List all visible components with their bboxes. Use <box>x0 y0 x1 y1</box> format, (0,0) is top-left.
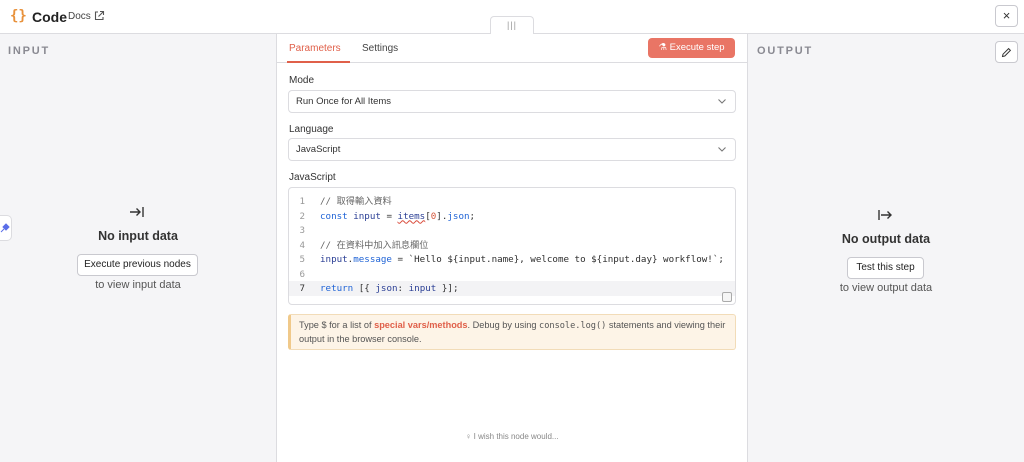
code-line[interactable]: 5 input.message = `Hello ${input.name}, w… <box>289 252 735 267</box>
tab-parameters[interactable]: Parameters <box>289 43 341 54</box>
code-line[interactable]: 4 // 在資料中加入訊息欄位 <box>289 238 735 253</box>
code-text: // 取得輸入資料 <box>320 196 392 207</box>
line-number: 5 <box>299 254 305 265</box>
edit-output-button[interactable] <box>995 41 1018 63</box>
execute-step-label: Execute step <box>669 42 725 53</box>
active-tab-indicator <box>287 61 350 63</box>
code-line[interactable]: 1 // 取得輸入資料 <box>289 194 735 209</box>
line-number: 2 <box>299 210 305 222</box>
line-number: 4 <box>299 239 305 251</box>
code-line[interactable]: 3 <box>289 223 735 238</box>
no-output-title: No output data <box>841 232 931 246</box>
close-button[interactable]: × <box>995 5 1018 27</box>
no-input-subtext: to view input data <box>95 279 181 291</box>
code-line[interactable]: 7 return [{ json: input }]; <box>289 281 735 296</box>
hint-prefix: Type $ for a list of <box>299 320 375 330</box>
arrow-right-to-bar-icon <box>130 207 144 217</box>
wish-text: I wish this node would... <box>473 432 559 441</box>
output-pane: OUTPUT No output data Test this step to … <box>748 34 1024 462</box>
flask-icon: ⚗ <box>658 42 667 53</box>
editor-label: JavaScript <box>289 172 336 183</box>
code-line[interactable]: 6 <box>289 267 735 282</box>
hint-middle: . Debug by using <box>467 320 540 330</box>
lightbulb-icon: ♀ <box>465 432 472 441</box>
code-text: return [{ json: input }]; <box>320 283 459 294</box>
tab-bar: Parameters Settings ⚗ Execute step <box>277 34 747 63</box>
arrow-right-from-bar-icon <box>878 210 892 220</box>
chevron-down-icon <box>718 147 726 152</box>
line-number: 3 <box>299 225 305 236</box>
execute-step-button[interactable]: ⚗ Execute step <box>648 38 735 58</box>
code-text: input.message = `Hello ${input.name}, we… <box>320 254 724 265</box>
drag-handle[interactable]: ||| <box>490 16 534 34</box>
input-pane: INPUT No input data Execute previous nod… <box>0 34 276 462</box>
language-label: Language <box>289 124 334 135</box>
hint-code: console.log() <box>539 321 607 331</box>
mode-value: Run Once for All Items <box>296 96 392 107</box>
code-hint-notice: Type $ for a list of special vars/method… <box>288 314 736 350</box>
code-node-modal: {} Code Docs × ||| INPUT No input data E… <box>0 0 1024 462</box>
code-text: const input = items[0].json; <box>320 210 476 222</box>
no-output-subtext: to view output data <box>839 282 933 294</box>
test-this-step-button[interactable]: Test this step <box>847 257 924 279</box>
code-text: // 在資料中加入訊息欄位 <box>320 239 429 251</box>
docs-link[interactable]: Docs <box>68 11 91 22</box>
external-link-icon[interactable] <box>93 10 105 22</box>
pencil-icon <box>1001 47 1012 58</box>
output-pane-label: OUTPUT <box>757 45 814 57</box>
parameters-panel: Parameters Settings ⚗ Execute step Mode … <box>276 34 748 462</box>
feedback-link[interactable]: ♀ I wish this node would... <box>277 432 747 441</box>
mode-label: Mode <box>289 75 315 86</box>
language-value: JavaScript <box>296 144 341 155</box>
code-braces-icon: {} <box>10 8 27 24</box>
no-input-title: No input data <box>98 229 178 243</box>
line-number: 6 <box>299 268 305 280</box>
line-number: 1 <box>299 196 305 207</box>
input-pane-label: INPUT <box>8 45 50 57</box>
line-number: 7 <box>299 283 305 294</box>
code-editor[interactable]: 1 // 取得輸入資料 2 const input = items[0].json; 3… <box>288 187 736 305</box>
node-title: Code <box>32 9 67 25</box>
chevron-down-icon <box>718 99 726 104</box>
tab-settings[interactable]: Settings <box>362 43 398 54</box>
language-select[interactable]: JavaScript <box>288 138 736 161</box>
mode-select[interactable]: Run Once for All Items <box>288 90 736 113</box>
code-line[interactable]: 2 const input = items[0].json; <box>289 209 735 224</box>
editor-resize-icon[interactable] <box>722 292 732 302</box>
execute-previous-nodes-button[interactable]: Execute previous nodes <box>77 254 198 276</box>
special-vars-link[interactable]: special vars/methods <box>374 320 467 330</box>
